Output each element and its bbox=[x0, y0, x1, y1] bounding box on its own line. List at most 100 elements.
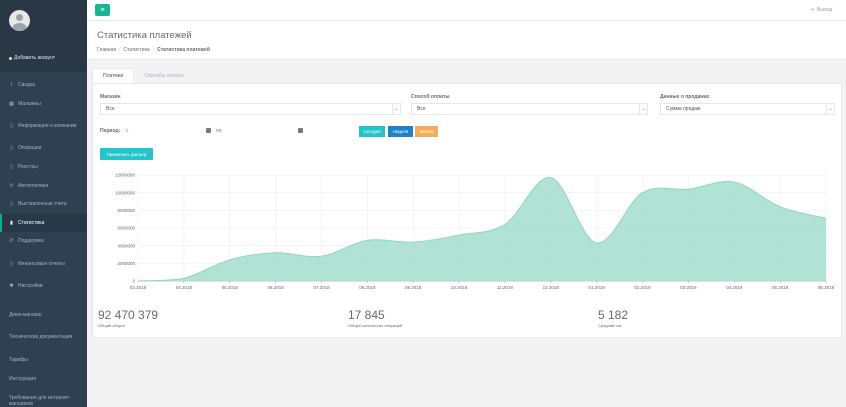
sidebar-item-statistics[interactable]: ▮ Статистика bbox=[0, 213, 87, 233]
stat-average-check: 5 182 Средний чек bbox=[598, 308, 628, 328]
file-icon: ▯ bbox=[10, 201, 13, 208]
y-tick-label: 0 bbox=[132, 279, 135, 284]
sidebar-item-shops[interactable]: ▦ Магазины bbox=[0, 95, 87, 114]
phone-icon: ✆ bbox=[9, 238, 14, 245]
file-icon: ▯ bbox=[10, 164, 13, 171]
x-tick-label: 06.2019 bbox=[818, 285, 835, 290]
x-tick-label: 03.2018 bbox=[130, 285, 147, 290]
stat-total-turnover: 92 470 379 Общий оборот bbox=[98, 308, 158, 328]
calendar-icon[interactable] bbox=[298, 128, 303, 133]
sidebar-item-operations[interactable]: ▯ Операции bbox=[0, 139, 87, 158]
x-tick-label: 07.2018 bbox=[313, 285, 330, 290]
x-tick-label: 11.2018 bbox=[497, 285, 513, 290]
x-tick-label: 09.2018 bbox=[405, 285, 422, 290]
breadcrumb: Главная / Статистика / Статистика платеж… bbox=[97, 47, 836, 53]
x-tick-label: 10.2018 bbox=[451, 285, 468, 290]
sidebar-item-financial-reports[interactable]: ▯ Финансовые отчеты bbox=[0, 251, 87, 277]
sidebar-link-instruction[interactable]: Инструкция bbox=[0, 369, 87, 388]
sales-data-label: Данные о продажах bbox=[660, 94, 710, 100]
add-account-label: Добавить аккаунт bbox=[14, 55, 56, 61]
x-tick-label: 05.2019 bbox=[772, 285, 789, 290]
stat-operations-count: 17 845 Общее количество операций bbox=[348, 308, 402, 328]
x-tick-label: 08.2018 bbox=[359, 285, 376, 290]
calendar-icon[interactable] bbox=[206, 128, 211, 133]
payment-method-label: Способ оплаты bbox=[411, 94, 450, 100]
x-tick-label: 04.2019 bbox=[726, 285, 743, 290]
stat-value: 17 845 bbox=[348, 308, 385, 322]
breadcrumb-current: Статистика платежей bbox=[157, 47, 210, 53]
date-from-input[interactable]: с bbox=[126, 126, 206, 136]
sidebar-link-requirements[interactable]: Требования для интернет-магазинов bbox=[0, 388, 87, 407]
avatar[interactable] bbox=[9, 10, 30, 31]
y-tick-label: 4000000 bbox=[117, 243, 135, 248]
x-tick-label: 01.2019 bbox=[589, 285, 606, 290]
page-heading: Статистика платежей Главная / Статистика… bbox=[87, 21, 846, 60]
sales-data-select[interactable]: Сумма продаж ⌄ bbox=[660, 103, 835, 115]
sidebar-item-support[interactable]: ✆ Поддержка bbox=[0, 232, 87, 251]
date-to-prefix: по bbox=[216, 128, 222, 134]
month-button[interactable]: Месяц bbox=[415, 126, 438, 137]
sidebar-item-autopayments[interactable]: ↻ Автоплатежи bbox=[0, 176, 87, 195]
sidebar-item-summary[interactable]: ⌇ Сводка bbox=[0, 76, 87, 95]
profile-block: Добавить аккаунт bbox=[0, 0, 87, 72]
breadcrumb-home[interactable]: Главная bbox=[97, 47, 116, 53]
date-from-prefix: с bbox=[126, 128, 129, 134]
sidebar-item-company-info[interactable]: ▯ Информация о компании bbox=[0, 113, 87, 139]
sidebar-link-tariffs[interactable]: Тарифы bbox=[0, 350, 87, 369]
top-bar: ≡ ⇥ Выход bbox=[87, 0, 846, 21]
file-icon: ▯ bbox=[10, 260, 13, 267]
logout-link[interactable]: ⇥ Выход bbox=[810, 7, 832, 13]
today-button[interactable]: Сегодня bbox=[359, 126, 385, 137]
payment-method-select[interactable]: Все ⌄ bbox=[411, 103, 648, 115]
x-tick-label: 06.2018 bbox=[267, 285, 284, 290]
x-tick-label: 03.2019 bbox=[680, 285, 697, 290]
add-account-link[interactable]: Добавить аккаунт bbox=[9, 55, 78, 61]
tab-payment-methods[interactable]: Способы оплаты bbox=[134, 68, 193, 84]
statistics-panel: Магазин Все ⌄ Способ оплаты Все ⌄ Данные… bbox=[92, 83, 842, 338]
y-tick-label: 12000000 bbox=[115, 173, 136, 178]
breadcrumb-separator: / bbox=[119, 47, 121, 53]
chevron-down-icon: ⌄ bbox=[392, 104, 400, 114]
sidebar-item-registers[interactable]: ▯ Реестры bbox=[0, 158, 87, 177]
x-tick-label: 05.2018 bbox=[222, 285, 239, 290]
shop-label: Магазин bbox=[100, 94, 121, 100]
sidebar-bottom-links: Демо-магазин Техническая документация Та… bbox=[0, 305, 87, 407]
sidebar-link-tech-docs[interactable]: Техническая документация bbox=[0, 324, 87, 350]
sidebar-item-invoices[interactable]: ▯ Выставленные счета bbox=[0, 195, 87, 214]
date-to-input[interactable]: по bbox=[216, 126, 296, 136]
stat-value: 5 182 bbox=[598, 308, 629, 322]
stat-label: Общий оборот bbox=[98, 323, 126, 328]
x-tick-label: 04.2018 bbox=[176, 285, 193, 290]
menu-toggle-button[interactable]: ≡ bbox=[95, 4, 110, 16]
chevron-down-icon: ⌄ bbox=[826, 104, 834, 114]
series-area bbox=[138, 177, 826, 281]
period-label: Период: bbox=[100, 128, 121, 134]
sidebar-nav: ⌇ Сводка ▦ Магазины ▯ Информация о компании… bbox=[0, 76, 87, 295]
sidebar-item-settings[interactable]: ✱ Настройки bbox=[0, 277, 87, 296]
payment-method-select-value: Все bbox=[417, 106, 426, 112]
week-button[interactable]: Неделя bbox=[388, 126, 413, 137]
y-tick-label: 2000000 bbox=[117, 261, 135, 266]
stat-value: 92 470 379 bbox=[98, 308, 159, 322]
gear-icon: ✱ bbox=[9, 283, 14, 290]
payments-area-chart: 0 2000000 4000000 6000000 8000000 10000000 120… bbox=[115, 173, 835, 290]
logout-label: Выход bbox=[817, 7, 832, 13]
bar-chart-icon: ▮ bbox=[10, 219, 13, 226]
tab-bar: Платежи Способы оплаты bbox=[92, 68, 194, 84]
breadcrumb-statistics[interactable]: Статистика bbox=[123, 47, 149, 53]
chevron-down-icon: ⌄ bbox=[639, 104, 647, 114]
x-tick-label: 02.2019 bbox=[634, 285, 651, 290]
shop-select[interactable]: Все ⌄ bbox=[100, 103, 401, 115]
sidebar-link-demo-shop[interactable]: Демо-магазин bbox=[0, 305, 87, 324]
stat-label: Общее количество операций bbox=[348, 323, 403, 328]
chart-line-icon: ⌇ bbox=[10, 82, 13, 89]
sync-icon: ↻ bbox=[9, 182, 14, 189]
x-tick-label: 12.2018 bbox=[543, 285, 560, 290]
apply-filter-button[interactable]: Применить фильтр bbox=[100, 148, 153, 160]
tab-payments[interactable]: Платежи bbox=[92, 68, 135, 84]
hamburger-icon: ≡ bbox=[100, 6, 105, 14]
breadcrumb-separator: / bbox=[152, 47, 155, 53]
stat-label: Средний чек bbox=[598, 323, 622, 328]
sidebar: Добавить аккаунт ⌇ Сводка ▦ Магазины ▯ Инфо… bbox=[0, 0, 87, 407]
shop-select-value: Все bbox=[106, 106, 115, 112]
